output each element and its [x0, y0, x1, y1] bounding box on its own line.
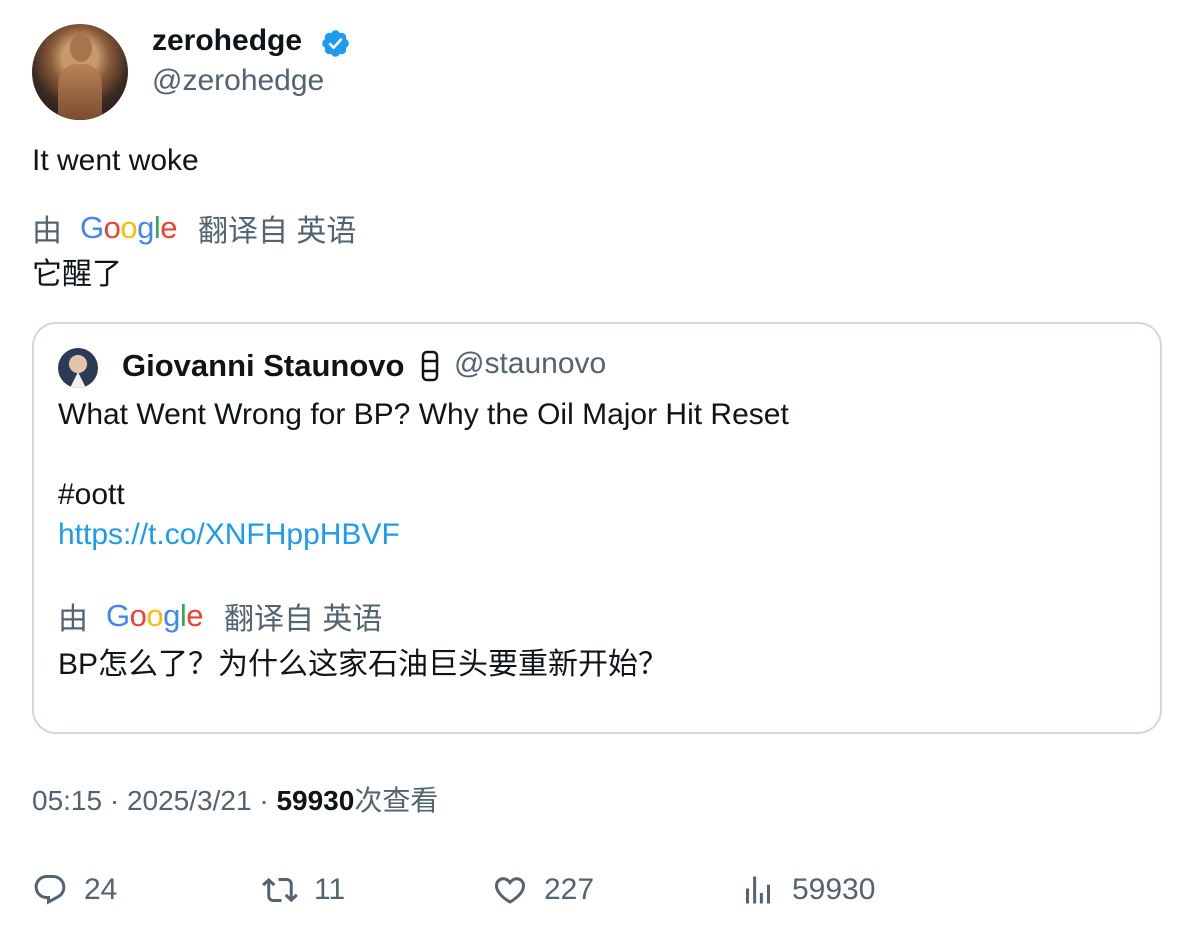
tweet-text: It went woke	[32, 144, 199, 177]
like-count: 227	[544, 873, 595, 906]
translation-by: 由	[58, 603, 88, 636]
translation-attribution[interactable]: 由 Google 翻译自 英语	[32, 208, 356, 248]
quoted-text-line: What Went Wrong for BP? Why the Oil Majo…	[58, 398, 789, 431]
svg-text:Google: Google	[80, 211, 177, 245]
svg-text:Google: Google	[106, 599, 203, 633]
verified-badge-icon	[322, 30, 349, 57]
quoted-hashtag[interactable]: #oott	[58, 476, 125, 514]
google-logo-icon: Google	[106, 599, 204, 633]
oil-drum-icon	[421, 350, 439, 382]
quoted-translation-attribution[interactable]: 由 Google 翻译自 英语	[58, 596, 382, 636]
retweet-icon	[262, 877, 298, 903]
retweet-count: 11	[314, 873, 346, 906]
views-count: 59930	[792, 873, 876, 906]
quoted-avatar[interactable]	[58, 348, 98, 388]
avatar-head	[70, 34, 92, 62]
quoted-tweet[interactable]: Giovanni Staunovo @staunovo What Went Wr…	[32, 322, 1162, 734]
views-button[interactable]: 59930	[740, 868, 875, 912]
tweet-meta: 05:15 · 2025/3/21 · 59930次查看	[32, 782, 438, 820]
reply-count: 24	[84, 873, 118, 906]
author-handle[interactable]: @zerohedge	[152, 62, 324, 100]
avatar-shirt	[70, 372, 86, 388]
quoted-author-handle[interactable]: @staunovo	[454, 344, 606, 384]
translation-from: 翻译自 英语	[224, 603, 383, 636]
quoted-translated-text: BP怎么了？为什么这家石油巨头要重新开始？	[58, 648, 669, 681]
like-icon	[494, 877, 526, 904]
action-bar: 24 11 227 59930	[32, 868, 1162, 912]
meta-separator: ·	[259, 785, 269, 816]
retweet-button[interactable]: 11	[262, 868, 345, 912]
tweet-date[interactable]: 2025/3/21	[127, 785, 252, 816]
translation-from: 翻译自 英语	[198, 215, 357, 248]
avatar-torso	[58, 64, 102, 120]
translated-text: 它醒了	[32, 258, 122, 291]
author-avatar[interactable]	[32, 24, 128, 120]
author-name[interactable]: zerohedge	[152, 22, 302, 60]
reply-icon	[34, 875, 66, 905]
quoted-author-name[interactable]: Giovanni Staunovo	[122, 346, 404, 386]
meta-separator: ·	[109, 785, 120, 816]
google-logo-icon: Google	[80, 211, 178, 245]
view-label: 次查看	[354, 785, 439, 816]
quoted-link[interactable]: https://t.co/XNFHppHBVF	[58, 516, 400, 554]
like-button[interactable]: 227	[492, 868, 594, 912]
view-count: 59930	[276, 785, 355, 816]
translation-by: 由	[32, 215, 62, 248]
views-icon	[746, 876, 770, 904]
reply-button[interactable]: 24	[32, 868, 117, 912]
tweet-time[interactable]: 05:15	[32, 785, 102, 816]
